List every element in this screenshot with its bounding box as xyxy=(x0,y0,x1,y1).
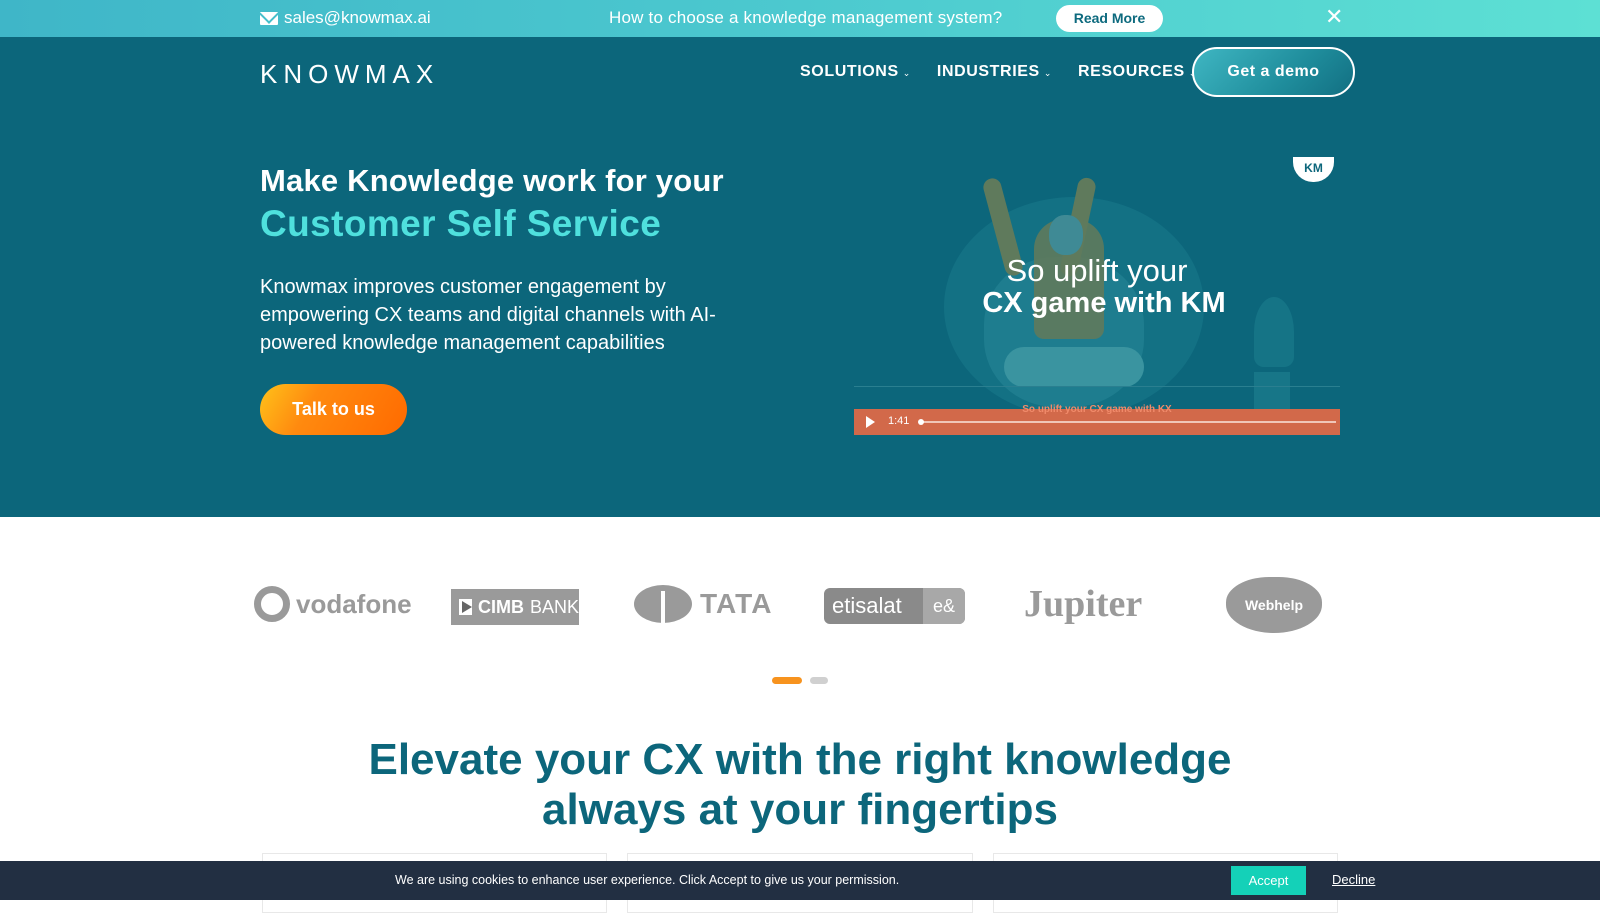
email-text: sales@knowmax.ai xyxy=(284,8,431,27)
vodafone-mark-icon xyxy=(254,586,290,622)
webhelp-logo: Webhelp xyxy=(1226,577,1322,633)
logo-text: CIMB xyxy=(477,596,524,617)
email-link[interactable]: sales@knowmax.ai xyxy=(260,8,431,28)
nav-label: INDUSTRIES xyxy=(936,63,1040,80)
envelope-icon xyxy=(260,11,278,25)
carousel-pagination xyxy=(772,677,828,684)
logo-text: BANK xyxy=(529,596,579,617)
tata-mark-icon xyxy=(634,585,692,625)
knowmax-logo[interactable]: KNOWMAX xyxy=(260,59,439,90)
nav-label: RESOURCES xyxy=(1077,63,1185,80)
video-progress-handle[interactable] xyxy=(918,419,924,425)
main-nav: SOLUTIONS ⌄ INDUSTRIES ⌄ RESOURCES ⌄ xyxy=(800,63,1197,81)
section-heading-line2: always at your fingertips xyxy=(542,785,1058,834)
decline-cookies-link[interactable]: Decline xyxy=(1332,872,1375,887)
carousel-dot-1[interactable] xyxy=(772,677,802,684)
chevron-down-icon: ⌄ xyxy=(902,68,911,78)
vodafone-logo: vodafone xyxy=(254,579,412,629)
read-more-button[interactable]: Read More xyxy=(1056,5,1163,32)
nav-solutions[interactable]: SOLUTIONS ⌄ xyxy=(800,63,911,81)
chevron-down-icon: ⌄ xyxy=(1043,68,1052,78)
tata-logo: TATA xyxy=(634,579,772,629)
hero-title: Make Knowledge work for your xyxy=(260,163,724,198)
etisalat-logo: etisalat e& xyxy=(824,588,965,624)
logo-text: TATA xyxy=(700,588,773,619)
video-controls: So uplift your CX game with KX 1:41 xyxy=(854,404,1340,435)
km-badge: KM xyxy=(1293,157,1334,182)
nav-resources[interactable]: RESOURCES ⌄ xyxy=(1078,63,1197,81)
video-duration: 1:41 xyxy=(888,415,910,427)
talk-to-us-button[interactable]: Talk to us xyxy=(260,384,407,435)
hero-title-highlight: Customer Self Service xyxy=(260,203,662,244)
cookie-banner: We are using cookies to enhance user exp… xyxy=(0,861,1600,900)
announcement-bar: sales@knowmax.ai How to choose a knowled… xyxy=(0,0,1600,37)
get-demo-button[interactable]: Get a demo xyxy=(1192,47,1355,97)
hero-description: Knowmax improves customer engagement by … xyxy=(260,276,716,354)
video-illustration-legs xyxy=(1004,347,1144,387)
jupiter-logo: Jupiter xyxy=(1024,583,1143,625)
video-caption-line1: So uplift your xyxy=(1006,253,1188,288)
client-logos-carousel: vodafone CIMB BANK TATA etisalat e& Jupit… xyxy=(0,517,1600,697)
accept-cookies-button[interactable]: Accept xyxy=(1231,866,1306,895)
video-caption-line2: CX game with KM xyxy=(982,287,1226,319)
cookie-message: We are using cookies to enhance user exp… xyxy=(395,873,900,887)
play-icon[interactable] xyxy=(866,416,875,428)
section-heading-line1: Elevate your CX with the right knowledge xyxy=(368,735,1232,784)
nav-industries[interactable]: INDUSTRIES ⌄ xyxy=(937,63,1052,81)
carousel-dot-2[interactable] xyxy=(810,677,828,684)
logo-text: vodafone xyxy=(296,588,412,619)
video-illustration-head xyxy=(1049,215,1083,255)
cimb-bank-logo: CIMB BANK xyxy=(451,589,579,625)
section-heading: Elevate your CX with the right knowledge… xyxy=(0,735,1600,835)
promo-text: How to choose a knowledge management sys… xyxy=(609,8,1003,27)
video-player[interactable]: KM So uplift your CX game with KM So upl… xyxy=(854,157,1340,472)
hero-section: KNOWMAX SOLUTIONS ⌄ INDUSTRIES ⌄ RESOURC… xyxy=(0,37,1600,517)
close-icon[interactable]: ✕ xyxy=(1325,4,1343,30)
cimb-mark-icon xyxy=(459,599,472,615)
logo-text: etisalat xyxy=(832,593,902,618)
logo-text: e& xyxy=(923,588,965,624)
video-subtitle: So uplift your CX game with KX xyxy=(1022,404,1172,415)
video-progress-track[interactable] xyxy=(920,421,1336,423)
nav-label: SOLUTIONS xyxy=(800,63,899,80)
video-illustration-floor xyxy=(854,386,1340,387)
